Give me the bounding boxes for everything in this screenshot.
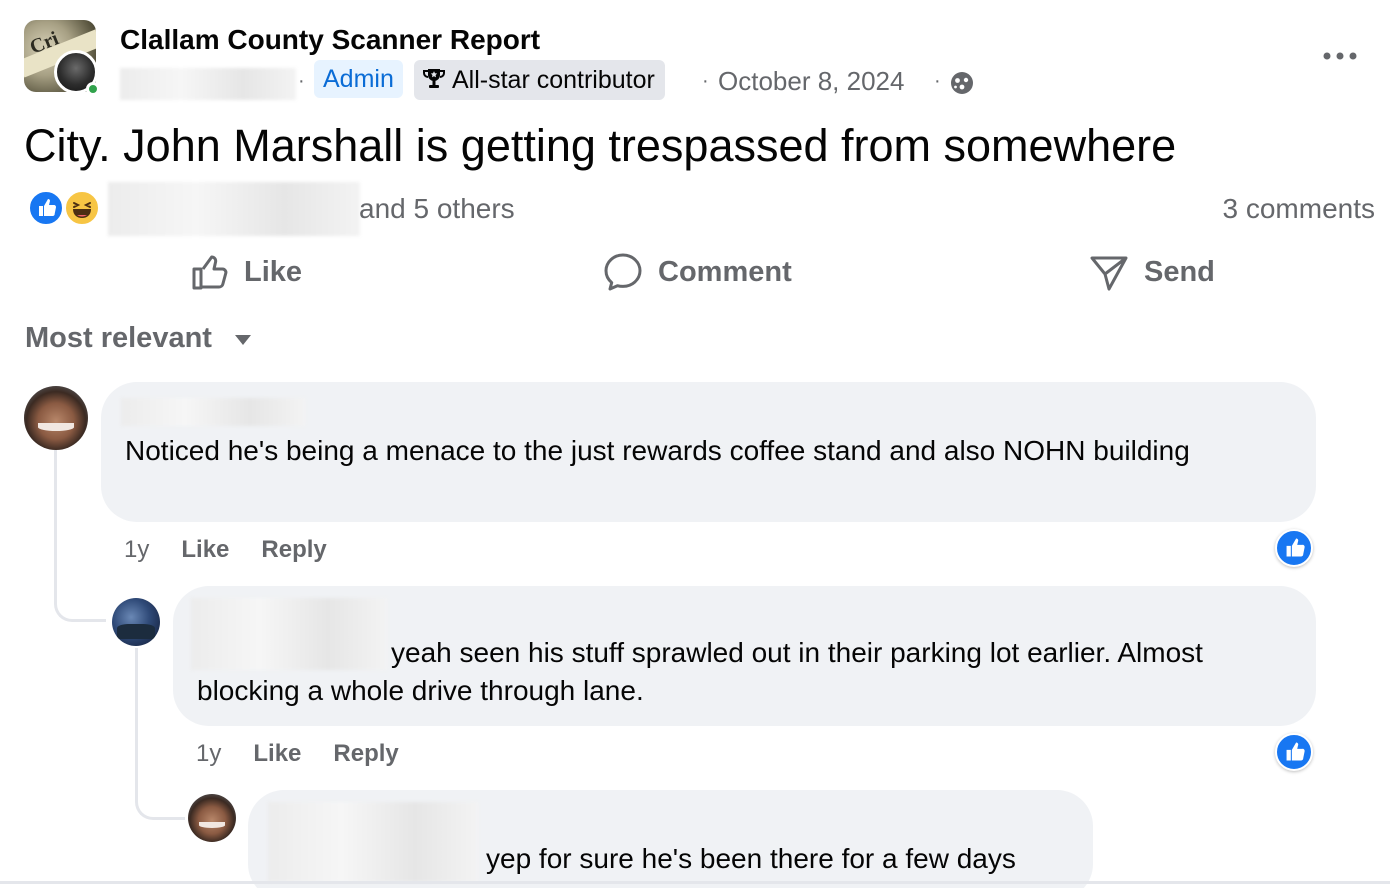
online-status-dot xyxy=(86,82,100,96)
separator-dot: · xyxy=(934,70,941,92)
comment-like-button[interactable]: Like xyxy=(181,536,229,564)
admin-badge[interactable]: Admin xyxy=(314,60,403,98)
speech-bubble-icon xyxy=(604,253,642,291)
like-button-label: Like xyxy=(244,255,303,288)
comment-button[interactable]: Comment xyxy=(602,248,792,296)
author-name-redacted[interactable] xyxy=(120,68,296,100)
thread-connector-line xyxy=(54,450,106,622)
page-bottom-divider xyxy=(0,881,1390,884)
reactors-names-redacted[interactable] xyxy=(108,182,360,236)
separator-dot: · xyxy=(702,70,709,92)
group-avatar[interactable]: Cri xyxy=(24,20,100,96)
commenter-avatar[interactable] xyxy=(112,598,160,646)
comment-actions: 1y Like Reply xyxy=(196,740,399,768)
post-date-link[interactable]: October 8, 2024 xyxy=(718,66,904,97)
send-button[interactable]: Send xyxy=(1088,248,1215,296)
comment-like-button[interactable]: Like xyxy=(253,740,301,768)
haha-reaction-icon[interactable] xyxy=(64,190,100,226)
allstar-badge-label: All-star contributor xyxy=(452,66,655,94)
comment-button-label: Comment xyxy=(658,255,792,288)
sort-comments-dropdown[interactable]: Most relevant xyxy=(25,322,212,355)
separator-dot: · xyxy=(298,70,305,92)
comment-text: Noticed he's being a menace to the just … xyxy=(125,435,1190,466)
comment-timestamp[interactable]: 1y xyxy=(124,536,149,564)
comment-bubble: Noticed he's being a menace to the just … xyxy=(101,382,1316,522)
comment-reply-button[interactable]: Reply xyxy=(333,740,398,768)
commenter-avatar[interactable] xyxy=(188,794,236,842)
comment-actions: 1y Like Reply xyxy=(124,536,327,564)
send-arrow-icon xyxy=(1090,256,1128,291)
commenter-avatar[interactable] xyxy=(24,386,88,450)
send-button-label: Send xyxy=(1144,255,1215,288)
like-reaction-icon[interactable] xyxy=(1275,529,1313,567)
comment-text: yeah seen his stuff sprawled out in thei… xyxy=(197,637,1203,706)
allstar-contributor-badge[interactable]: All-star contributor xyxy=(414,60,665,100)
like-reaction-icon[interactable] xyxy=(28,190,64,226)
comment-timestamp[interactable]: 1y xyxy=(196,740,221,768)
comment-reply-button[interactable]: Reply xyxy=(261,536,326,564)
commenter-name-redacted[interactable] xyxy=(268,802,478,882)
reaction-summary[interactable]: and 5 others xyxy=(359,193,515,225)
trophy-icon xyxy=(423,69,445,88)
like-reaction-icon[interactable] xyxy=(1275,733,1313,771)
thumbs-up-outline-icon xyxy=(192,255,228,290)
comment-bubble: yeah seen his stuff sprawled out in thei… xyxy=(173,586,1316,726)
comment-count-link[interactable]: 3 comments xyxy=(1223,193,1376,225)
group-name-link[interactable]: Clallam County Scanner Report xyxy=(120,24,540,56)
public-globe-icon[interactable] xyxy=(950,71,974,95)
comment-text: yep for sure he's been there for a few d… xyxy=(486,843,1016,874)
more-options-icon[interactable] xyxy=(1322,50,1358,62)
commenter-name-redacted[interactable] xyxy=(121,398,305,426)
comment-bubble: yep for sure he's been there for a few d… xyxy=(248,790,1093,888)
post-text: City. John Marshall is getting trespasse… xyxy=(24,120,1177,171)
like-button[interactable]: Like xyxy=(190,248,302,296)
caret-down-icon[interactable] xyxy=(234,334,252,346)
